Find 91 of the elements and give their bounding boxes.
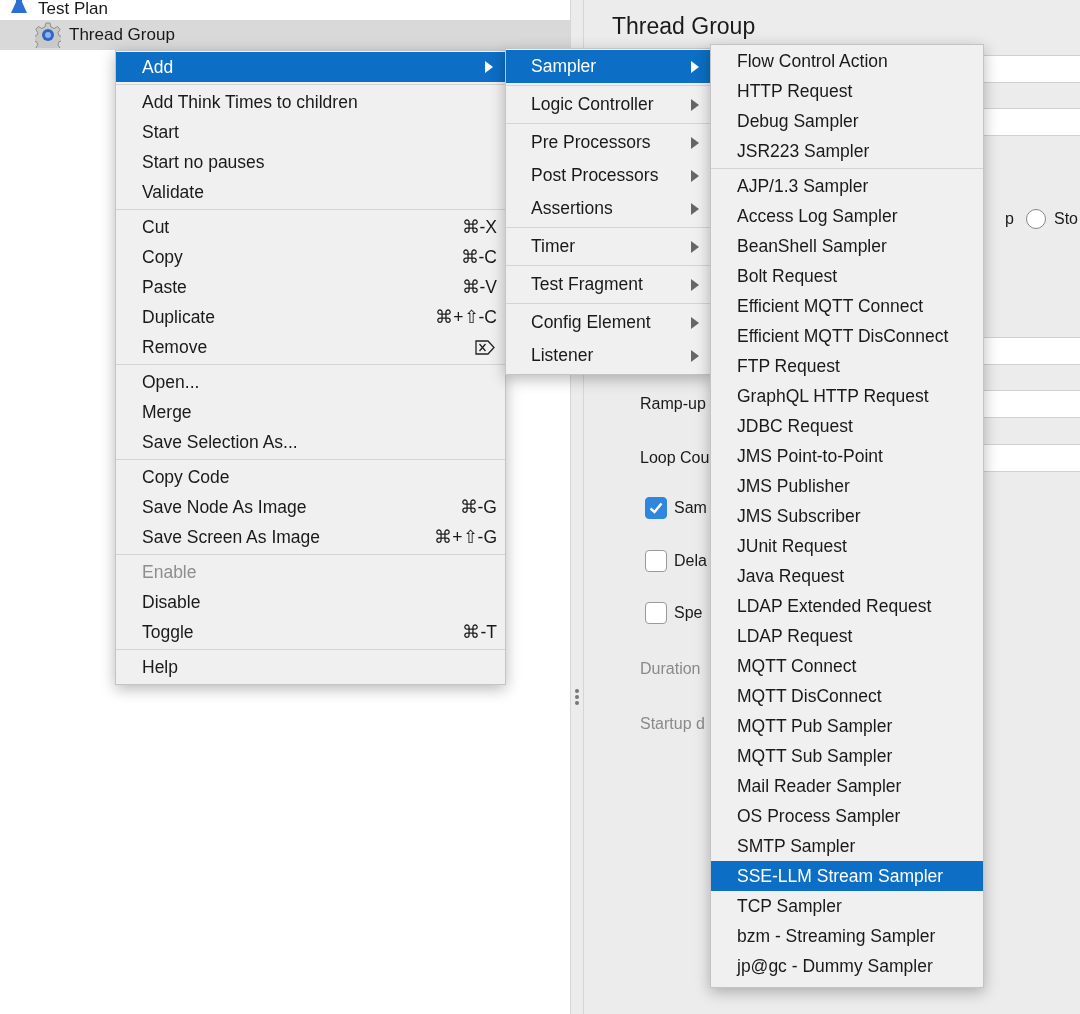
menu-item[interactable]: JDBC Request <box>711 411 983 441</box>
menu-item[interactable]: Cut ⌘-X <box>116 212 505 242</box>
menu-item[interactable]: Test Fragment <box>506 268 711 301</box>
menu-item[interactable]: BeanShell Sampler <box>711 231 983 261</box>
radio-label[interactable]: Sto <box>1054 210 1078 228</box>
submenu-arrow-icon <box>691 136 699 149</box>
checkbox[interactable] <box>645 497 667 519</box>
menu-item[interactable]: LDAP Extended Request <box>711 591 983 621</box>
submenu-arrow-icon <box>691 278 699 291</box>
delete-key-icon <box>475 339 495 355</box>
menu-item[interactable]: Duplicate ⌘+⇧-C <box>116 302 505 332</box>
menu-item[interactable]: Efficient MQTT Connect <box>711 291 983 321</box>
menu-item[interactable]: Copy ⌘-C <box>116 242 505 272</box>
field-label: Duration <box>640 660 701 678</box>
menu-item[interactable]: SMTP Sampler <box>711 831 983 861</box>
menu-item[interactable]: Logic Controller <box>506 88 711 121</box>
menu-item[interactable]: Save Screen As Image ⌘+⇧-G <box>116 522 505 552</box>
submenu-arrow-icon <box>485 61 493 73</box>
submenu-arrow-icon <box>691 202 699 215</box>
splitter-handle-icon[interactable] <box>574 688 580 706</box>
tree-item-label[interactable]: Test Plan <box>38 0 108 19</box>
menu-item[interactable]: Merge <box>116 397 505 427</box>
menu-item[interactable]: Java Request <box>711 561 983 591</box>
menu-item[interactable]: Post Processors <box>506 159 711 192</box>
menu-item[interactable]: Help <box>116 652 505 682</box>
submenu-arrow-icon <box>691 316 699 329</box>
checkmark-icon <box>649 502 663 514</box>
menu-item[interactable]: JMS Point-to-Point <box>711 441 983 471</box>
menu-item[interactable]: SSE-LLM Stream Sampler <box>711 861 983 891</box>
menu-item[interactable]: TCP Sampler <box>711 891 983 921</box>
menu-item[interactable]: Remove <box>116 332 505 362</box>
radio-button[interactable] <box>1026 209 1046 229</box>
menu-item[interactable]: Sampler <box>506 50 711 83</box>
radio-label: p <box>1005 210 1014 228</box>
menu-item[interactable]: Validate <box>116 177 505 207</box>
gear-icon <box>35 22 61 48</box>
menu-item[interactable]: JUnit Request <box>711 531 983 561</box>
field-label: Ramp-up <box>640 395 706 413</box>
menu-item[interactable]: OS Process Sampler <box>711 801 983 831</box>
submenu-arrow-icon <box>691 240 699 253</box>
field-label: Loop Cou <box>640 449 710 467</box>
menu-item[interactable]: Access Log Sampler <box>711 201 983 231</box>
tree-item-highlight[interactable]: Thread Group <box>0 20 570 50</box>
panel-title: Thread Group <box>612 12 757 41</box>
submenu-arrow-icon <box>691 98 699 111</box>
menu-item[interactable]: Bolt Request <box>711 261 983 291</box>
menu-item[interactable]: Paste ⌘-V <box>116 272 505 302</box>
menu-item[interactable]: MQTT Connect <box>711 651 983 681</box>
menu-item[interactable]: LDAP Request <box>711 621 983 651</box>
menu-item[interactable]: Add Think Times to children <box>116 87 505 117</box>
menu-item[interactable]: Add <box>116 52 505 82</box>
checkbox[interactable] <box>645 550 667 572</box>
submenu-arrow-icon <box>691 349 699 362</box>
checkbox-label[interactable]: Sam <box>674 499 707 517</box>
menu-item[interactable]: Flow Control Action <box>711 46 983 76</box>
checkbox[interactable] <box>645 602 667 624</box>
menu-item[interactable]: MQTT Pub Sampler <box>711 711 983 741</box>
menu-item[interactable]: JSR223 Sampler <box>711 136 983 166</box>
menu-item[interactable]: Copy Code <box>116 462 505 492</box>
menu-item[interactable]: JMS Subscriber <box>711 501 983 531</box>
menu-item[interactable]: MQTT DisConnect <box>711 681 983 711</box>
field-label: Startup d <box>640 715 705 733</box>
submenu-arrow-icon <box>691 169 699 182</box>
menu-item[interactable]: MQTT Sub Sampler <box>711 741 983 771</box>
menu-item[interactable]: Listener <box>506 339 711 372</box>
menu-item[interactable]: Debug Sampler <box>711 106 983 136</box>
menu-item[interactable]: jp@gc - Dummy Sampler <box>711 951 983 981</box>
menu-item[interactable]: HTTP Request <box>711 76 983 106</box>
flask-icon <box>10 0 28 14</box>
menu-item[interactable]: Save Node As Image ⌘-G <box>116 492 505 522</box>
menu-item[interactable]: JMS Publisher <box>711 471 983 501</box>
menu-item[interactable]: Efficient MQTT DisConnect <box>711 321 983 351</box>
menu-item[interactable]: AJP/1.3 Sampler <box>711 171 983 201</box>
menu-item[interactable]: Toggle ⌘-T <box>116 617 505 647</box>
menu-item[interactable]: bzm - Streaming Sampler <box>711 921 983 951</box>
menu-item[interactable]: Mail Reader Sampler <box>711 771 983 801</box>
menu-item[interactable]: Disable <box>116 587 505 617</box>
menu-item[interactable]: Config Element <box>506 306 711 339</box>
menu-item[interactable]: Timer <box>506 230 711 263</box>
menu-item[interactable]: GraphQL HTTP Request <box>711 381 983 411</box>
menu-item[interactable]: Pre Processors <box>506 126 711 159</box>
menu-item[interactable]: Assertions <box>506 192 711 225</box>
menu-item[interactable]: FTP Request <box>711 351 983 381</box>
tree-item-label[interactable]: Thread Group <box>69 25 175 45</box>
menu-item[interactable]: Start <box>116 117 505 147</box>
menu-item[interactable]: Save Selection As... <box>116 427 505 457</box>
checkbox-label[interactable]: Dela <box>674 552 707 570</box>
checkbox-label[interactable]: Spe <box>674 604 703 622</box>
menu-item[interactable]: Open... <box>116 367 505 397</box>
submenu-arrow-icon <box>691 60 699 73</box>
menu-item[interactable]: Start no pauses <box>116 147 505 177</box>
